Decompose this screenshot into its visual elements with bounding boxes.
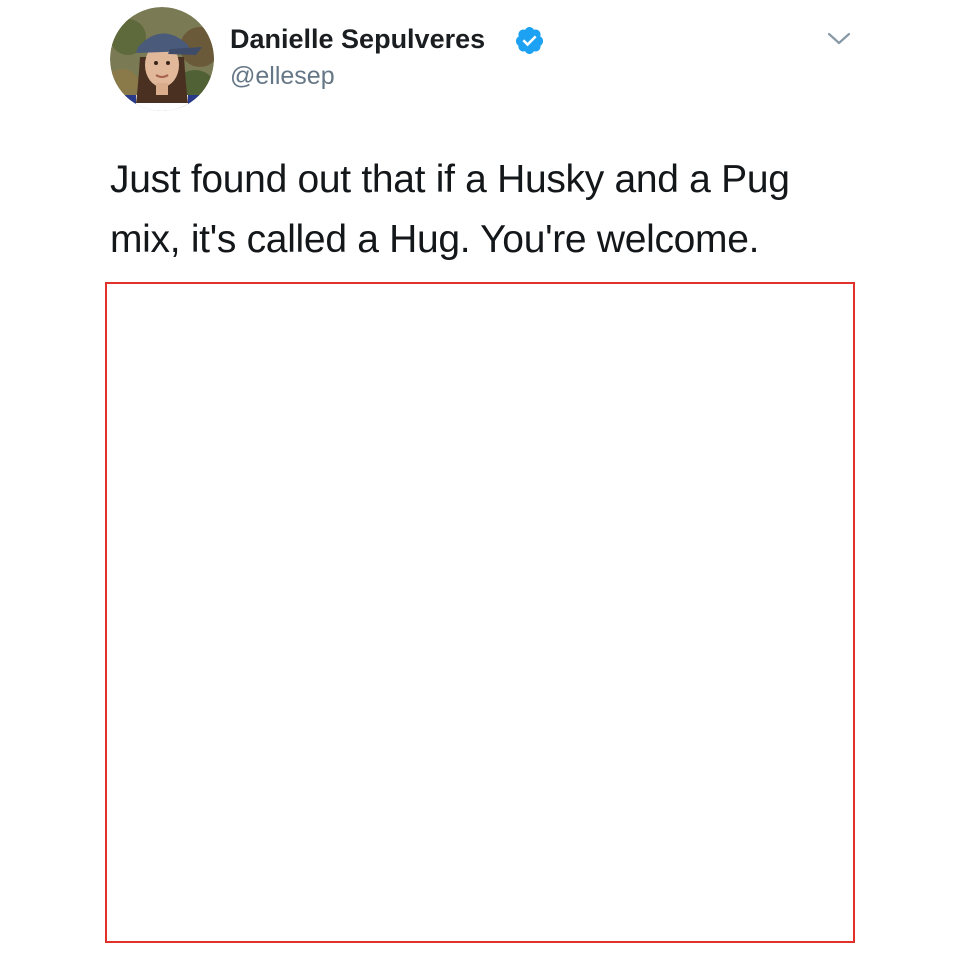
media-placeholder	[105, 282, 855, 943]
tweet-text: Just found out that if a Husky and a Pug…	[110, 158, 790, 261]
author-display-name[interactable]: Danielle Sepulveres	[230, 22, 485, 56]
chevron-down-icon[interactable]	[825, 28, 853, 50]
author-handle[interactable]: @ellesep	[230, 61, 335, 91]
tweet-card: Danielle Sepulveres @ellesep Just found …	[0, 0, 960, 954]
avatar[interactable]	[110, 7, 214, 111]
verified-badge-icon	[514, 25, 545, 56]
avatar-image	[110, 7, 214, 111]
